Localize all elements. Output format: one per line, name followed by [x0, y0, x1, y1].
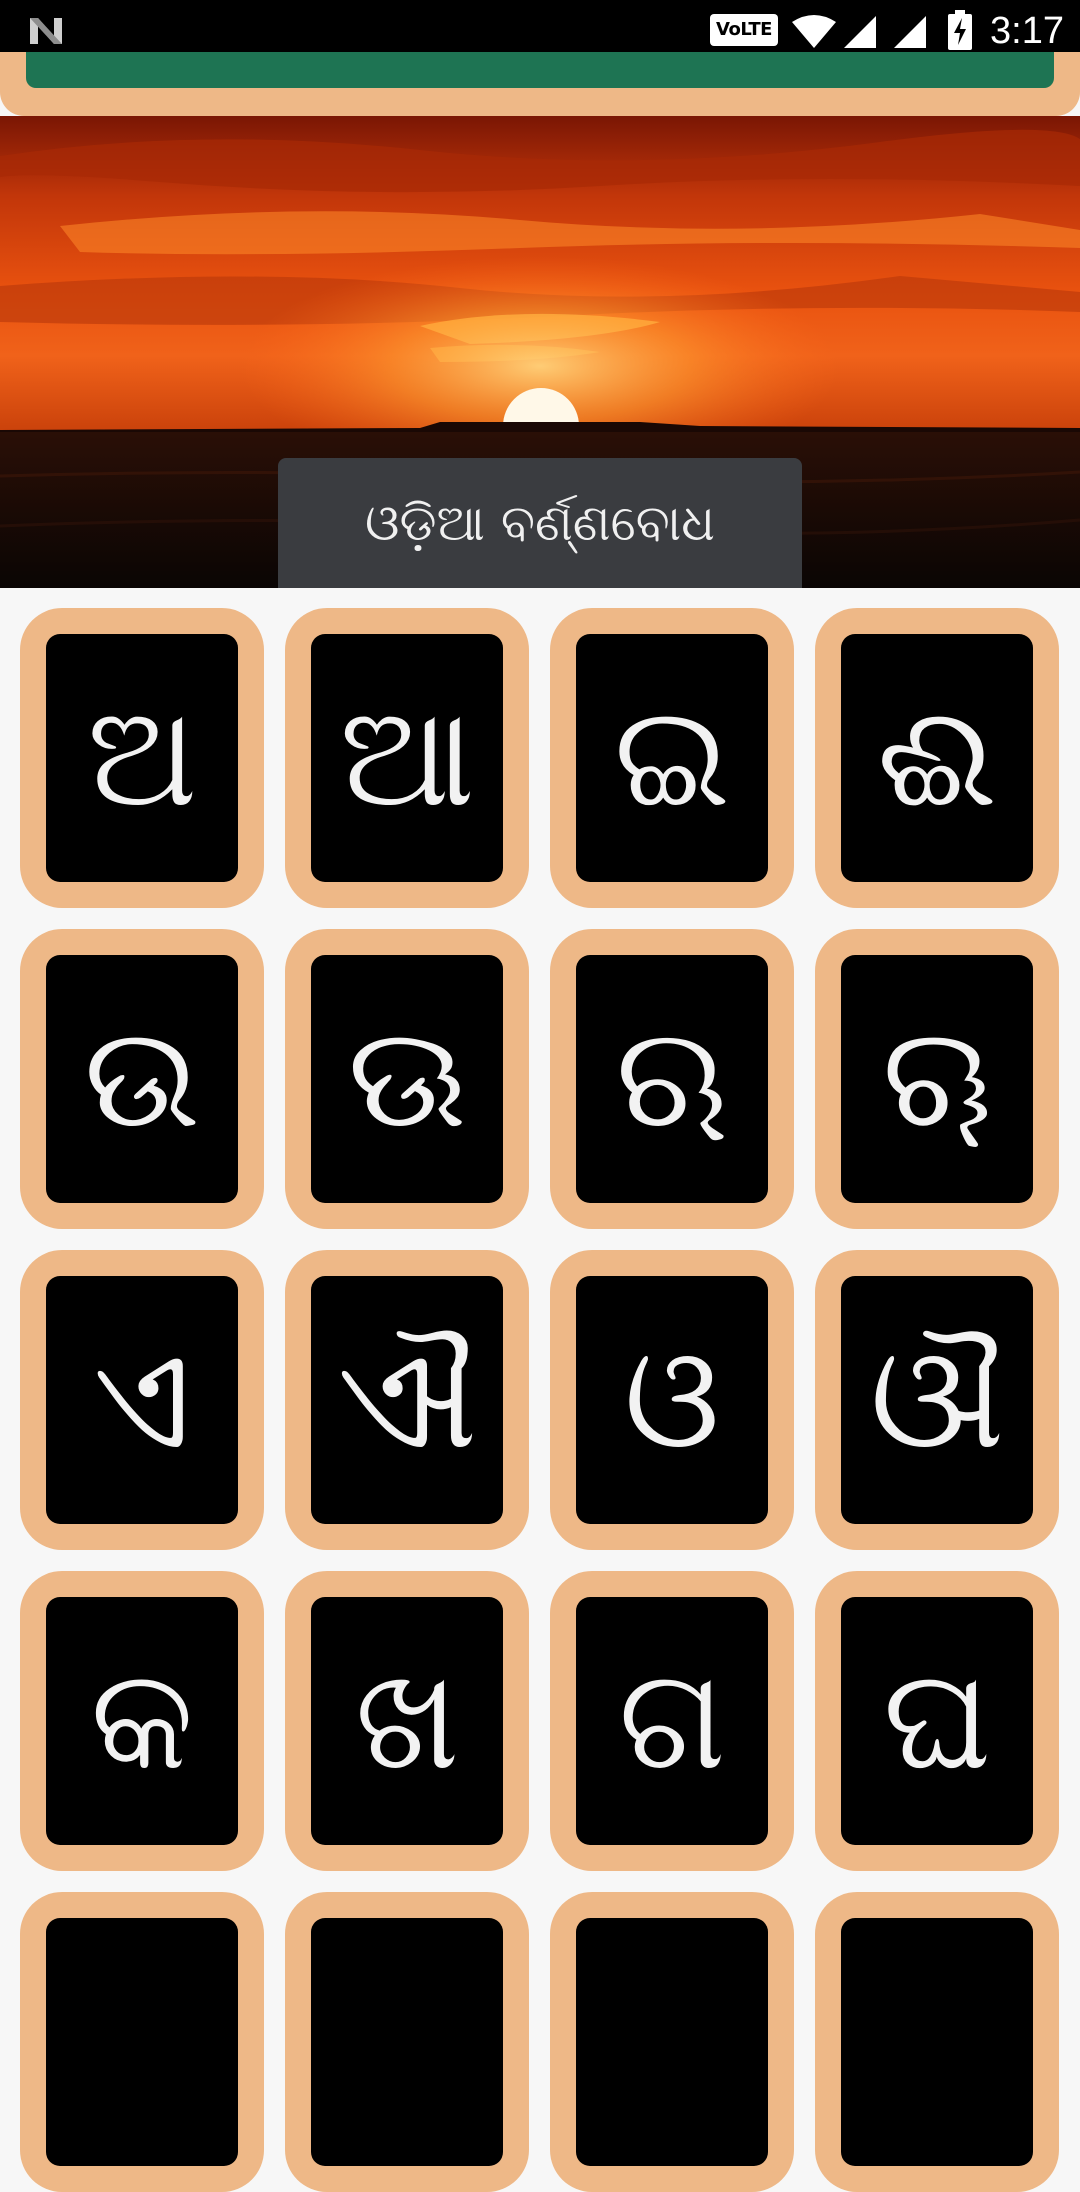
signal-icon	[894, 16, 926, 48]
letter-glyph: ଖ	[311, 1597, 503, 1845]
letter-glyph-partial	[841, 1918, 1033, 2166]
letter-glyph-partial	[311, 1918, 503, 2166]
letter-tile-partial[interactable]	[20, 1892, 264, 2192]
letter-glyph: ୠ	[841, 955, 1033, 1203]
letter-tile[interactable]: କ	[20, 1571, 264, 1871]
letter-glyph: ଐ	[311, 1276, 503, 1524]
letter-tile-partial[interactable]	[285, 1892, 529, 2192]
app-title: ଓଡ଼ିଆ ବର୍ଣ୍ଣବୋଧ	[278, 458, 802, 588]
letter-glyph: ଔ	[841, 1276, 1033, 1524]
letter-tile-partial[interactable]	[815, 1892, 1059, 2192]
letter-glyph: ଗ	[576, 1597, 768, 1845]
letter-tile[interactable]: ଐ	[285, 1250, 529, 1550]
letter-glyph: ଏ	[46, 1276, 238, 1524]
letter-tile[interactable]: ଆ	[285, 608, 529, 908]
clock: 3:17	[990, 10, 1064, 52]
letter-tile[interactable]: ଔ	[815, 1250, 1059, 1550]
letter-tile[interactable]: ଊ	[285, 929, 529, 1229]
letter-glyph: ଊ	[311, 955, 503, 1203]
letter-tile[interactable]: ଗ	[550, 1571, 794, 1871]
letter-tile[interactable]: ୠ	[815, 929, 1059, 1229]
header-accent-bar	[26, 52, 1054, 88]
letter-glyph: ଅ	[46, 634, 238, 882]
letter-tile[interactable]: ଖ	[285, 1571, 529, 1871]
battery-charging-icon	[948, 10, 972, 50]
letter-glyph: ଇ	[576, 634, 768, 882]
letter-glyph-partial	[576, 1918, 768, 2166]
letter-tile[interactable]: ଏ	[20, 1250, 264, 1550]
letter-glyph: କ	[46, 1597, 238, 1845]
letter-glyph: ଓ	[576, 1276, 768, 1524]
letter-tile[interactable]: ଇ	[550, 608, 794, 908]
volte-icon: VoLTE	[710, 14, 778, 46]
letter-tile[interactable]: ଈ	[815, 608, 1059, 908]
letter-glyph: ଘ	[841, 1597, 1033, 1845]
letter-tile[interactable]: ଅ	[20, 608, 264, 908]
header-frame	[0, 52, 1080, 116]
wifi-icon	[792, 15, 836, 48]
letter-glyph: ଋ	[576, 955, 768, 1203]
signal-icon	[844, 16, 876, 48]
letter-tile[interactable]: ଓ	[550, 1250, 794, 1550]
letter-glyph: ଈ	[841, 634, 1033, 882]
notification-n-icon	[30, 18, 62, 44]
letter-tile[interactable]: ଉ	[20, 929, 264, 1229]
letter-glyph: ଉ	[46, 955, 238, 1203]
letter-tile[interactable]: ଘ	[815, 1571, 1059, 1871]
letter-tile-partial[interactable]	[550, 1892, 794, 2192]
letter-tile[interactable]: ଋ	[550, 929, 794, 1229]
letter-glyph: ଆ	[311, 634, 503, 882]
letter-glyph-partial	[46, 1918, 238, 2166]
